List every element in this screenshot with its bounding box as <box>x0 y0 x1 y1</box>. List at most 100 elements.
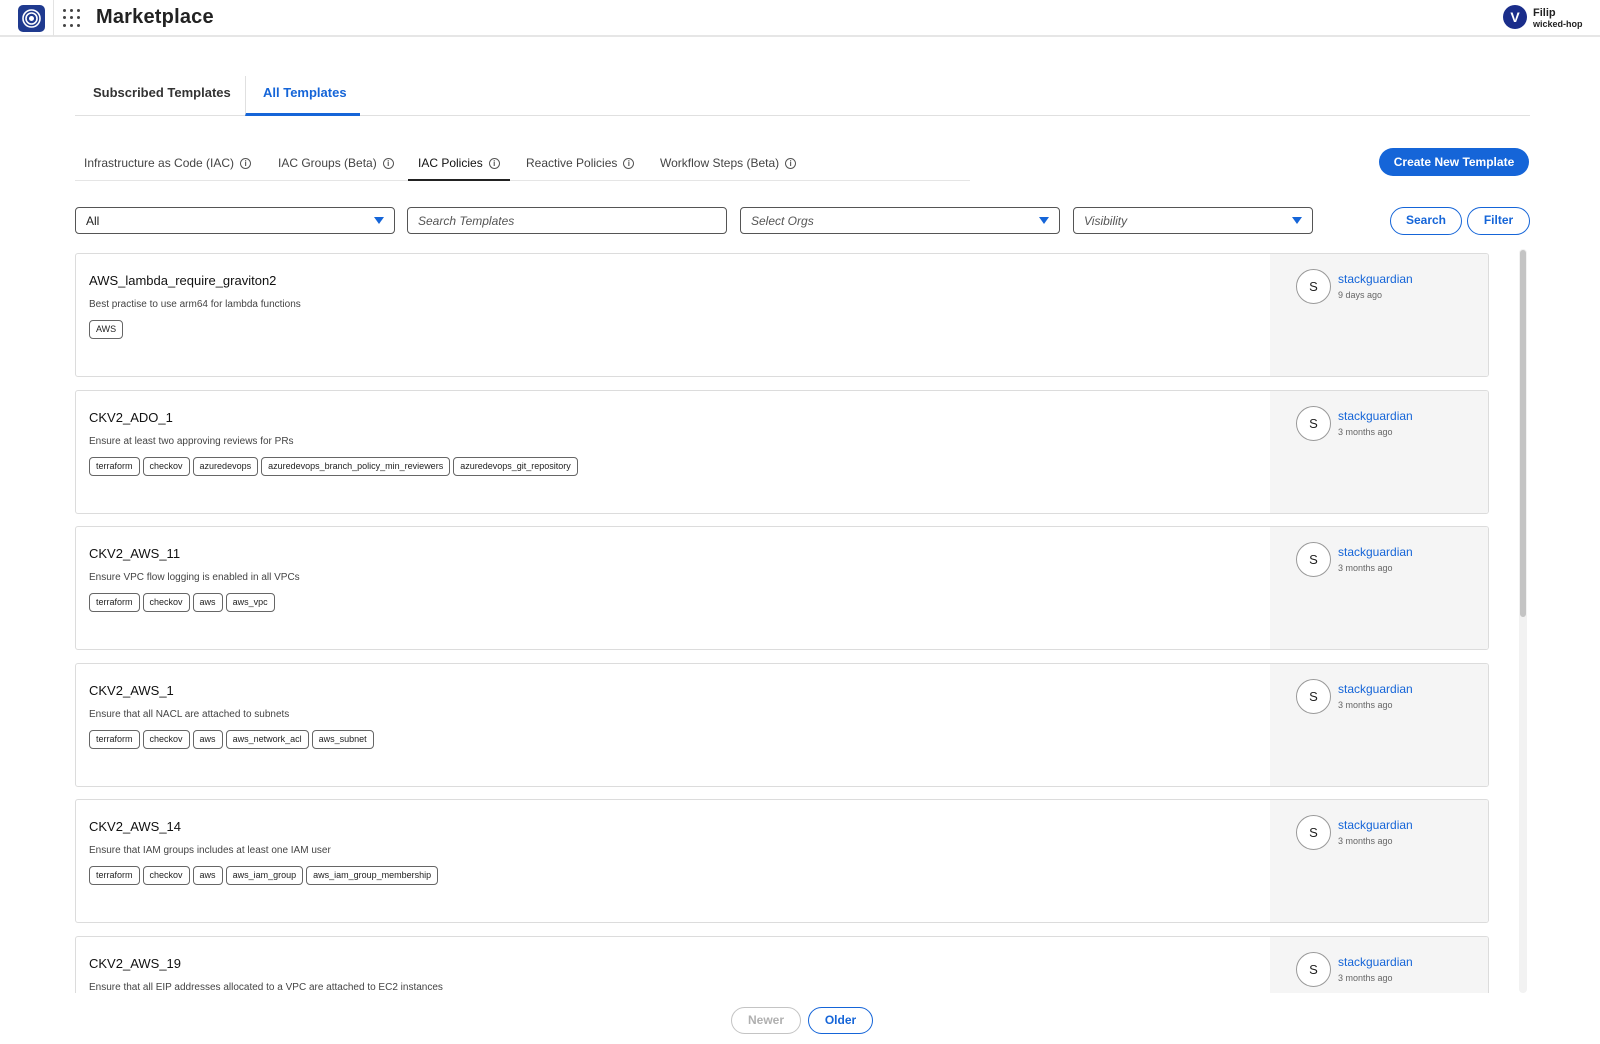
header-divider <box>53 0 54 36</box>
tag: terraform <box>89 730 140 749</box>
create-new-template-button[interactable]: Create New Template <box>1379 148 1529 176</box>
tag-list: terraform checkov aws aws_network_acl aw… <box>89 730 374 749</box>
type-select[interactable]: All <box>75 207 395 234</box>
author-avatar: S <box>1296 679 1331 714</box>
updated-time: 9 days ago <box>1338 290 1383 300</box>
tag-list: terraform checkov aws aws_vpc <box>89 593 275 612</box>
tag: terraform <box>89 593 140 612</box>
author-link[interactable]: stackguardian <box>1338 955 1413 969</box>
user-org: wicked-hop <box>1533 19 1583 29</box>
user-name: Filip <box>1533 7 1556 19</box>
top-bar: Marketplace V Filip wicked-hop <box>0 0 1600 37</box>
info-icon[interactable]: i <box>240 158 252 169</box>
tag: aws_iam_group_membership <box>306 866 439 885</box>
author-avatar: S <box>1296 952 1331 987</box>
stackguardian-logo-icon[interactable] <box>18 5 45 32</box>
tab-subscribed-templates[interactable]: Subscribed Templates <box>93 76 231 116</box>
search-button[interactable]: Search <box>1390 207 1462 235</box>
visibility-dropdown[interactable]: Visibility <box>1073 207 1313 234</box>
template-author-panel: S stackguardian 3 months ago <box>1270 937 1488 993</box>
tab-all-templates[interactable]: All Templates <box>245 76 360 116</box>
template-list: AWS_lambda_require_graviton2 Best practi… <box>75 253 1490 993</box>
tag: aws <box>192 593 223 612</box>
template-title[interactable]: AWS_lambda_require_graviton2 <box>89 273 276 288</box>
template-author-panel: S stackguardian 3 months ago <box>1270 800 1488 922</box>
older-button[interactable]: Older <box>808 1007 873 1034</box>
tab-label: Reactive Policies <box>526 156 618 170</box>
tag: checkov <box>142 866 190 885</box>
tab-label: Workflow Steps (Beta) <box>660 156 780 170</box>
tag: AWS <box>89 320 124 339</box>
template-card[interactable]: CKV2_AWS_19 Ensure that all EIP addresse… <box>75 936 1489 993</box>
caret-down-icon <box>374 217 384 224</box>
updated-time: 3 months ago <box>1338 563 1393 573</box>
author-link[interactable]: stackguardian <box>1338 545 1413 559</box>
visibility-placeholder: Visibility <box>1084 214 1128 228</box>
author-avatar: S <box>1296 542 1331 577</box>
select-orgs-placeholder: Select Orgs <box>751 214 814 228</box>
template-title[interactable]: CKV2_AWS_11 <box>89 546 180 561</box>
tag: checkov <box>142 593 190 612</box>
tag: aws_network_acl <box>225 730 309 749</box>
template-card[interactable]: CKV2_AWS_1 Ensure that all NACL are atta… <box>75 663 1489 787</box>
author-link[interactable]: stackguardian <box>1338 818 1413 832</box>
tab-iac-groups[interactable]: IAC Groups (Beta) i <box>278 143 394 181</box>
search-templates-input[interactable] <box>407 207 727 234</box>
scrollbar-thumb[interactable] <box>1520 250 1526 617</box>
template-card[interactable]: CKV2_AWS_14 Ensure that IAM groups inclu… <box>75 799 1489 923</box>
tab-iac-policies[interactable]: IAC Policies i <box>408 143 510 181</box>
tab-reactive-policies[interactable]: Reactive Policies i <box>526 143 635 181</box>
template-title[interactable]: CKV2_AWS_14 <box>89 819 181 834</box>
template-card[interactable]: CKV2_ADO_1 Ensure at least two approving… <box>75 390 1489 514</box>
template-author-panel: S stackguardian 3 months ago <box>1270 391 1488 513</box>
author-avatar: S <box>1296 406 1331 441</box>
template-description: Best practise to use arm64 for lambda fu… <box>89 299 301 310</box>
author-link[interactable]: stackguardian <box>1338 409 1413 423</box>
template-card[interactable]: CKV2_AWS_11 Ensure VPC flow logging is e… <box>75 526 1489 650</box>
info-icon[interactable]: i <box>382 158 394 169</box>
template-title[interactable]: CKV2_ADO_1 <box>89 410 173 425</box>
info-icon[interactable]: i <box>623 158 635 169</box>
tab-label: IAC Groups (Beta) <box>278 156 377 170</box>
tag: aws <box>192 866 223 885</box>
author-link[interactable]: stackguardian <box>1338 682 1413 696</box>
info-icon[interactable]: i <box>785 158 797 169</box>
tag: aws_vpc <box>225 593 275 612</box>
avatar[interactable]: V <box>1503 5 1527 29</box>
main-tabs: Subscribed Templates All Templates <box>75 76 1530 116</box>
newer-button[interactable]: Newer <box>731 1007 801 1034</box>
select-orgs-dropdown[interactable]: Select Orgs <box>740 207 1060 234</box>
template-type-tabs: Infrastructure as Code (IAC) i IAC Groups… <box>75 143 970 181</box>
type-select-value: All <box>86 214 100 228</box>
caret-down-icon <box>1039 217 1049 224</box>
tab-label: Infrastructure as Code (IAC) <box>84 156 235 170</box>
author-link[interactable]: stackguardian <box>1338 272 1413 286</box>
template-description: Ensure at least two approving reviews fo… <box>89 436 294 447</box>
template-title[interactable]: CKV2_AWS_19 <box>89 956 181 971</box>
tag: aws <box>192 730 223 749</box>
author-avatar: S <box>1296 269 1331 304</box>
tab-label: IAC Policies <box>418 156 483 170</box>
template-title[interactable]: CKV2_AWS_1 <box>89 683 174 698</box>
apps-grid-icon[interactable] <box>63 9 81 27</box>
template-description: Ensure VPC flow logging is enabled in al… <box>89 572 300 583</box>
tag: azuredevops <box>192 457 259 476</box>
template-author-panel: S stackguardian 3 months ago <box>1270 664 1488 786</box>
tag: aws_iam_group <box>225 866 304 885</box>
info-icon[interactable]: i <box>488 158 500 169</box>
template-description: Ensure that IAM groups includes at least… <box>89 845 331 856</box>
tag: azuredevops_git_repository <box>453 457 578 476</box>
updated-time: 3 months ago <box>1338 836 1393 846</box>
template-card[interactable]: AWS_lambda_require_graviton2 Best practi… <box>75 253 1489 377</box>
updated-time: 3 months ago <box>1338 700 1393 710</box>
template-author-panel: S stackguardian 9 days ago <box>1270 254 1488 376</box>
filter-button[interactable]: Filter <box>1467 207 1530 235</box>
tab-infrastructure-as-code[interactable]: Infrastructure as Code (IAC) i <box>84 143 252 181</box>
tag-list: AWS <box>89 320 124 339</box>
tab-workflow-steps[interactable]: Workflow Steps (Beta) i <box>660 143 797 181</box>
template-description: Ensure that all NACL are attached to sub… <box>89 709 290 720</box>
author-avatar: S <box>1296 815 1331 850</box>
tag: terraform <box>89 457 140 476</box>
tag-list: terraform checkov azuredevops azuredevop… <box>89 457 578 476</box>
tag-list: terraform checkov aws aws_iam_group aws_… <box>89 866 439 885</box>
